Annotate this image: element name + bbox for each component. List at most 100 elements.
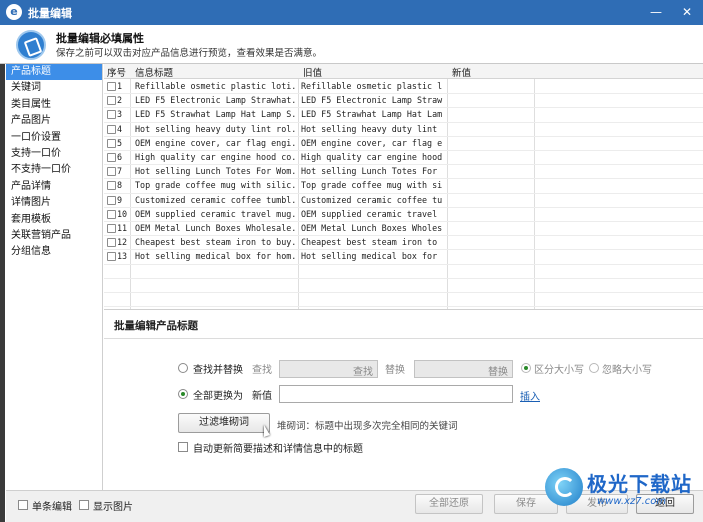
new-value-input[interactable] bbox=[279, 385, 513, 403]
column-header-old-value[interactable]: 旧值 bbox=[303, 65, 322, 79]
filter-hint: 堆砌词：标题中出现多次完全相同的关键词 bbox=[277, 421, 458, 432]
table-row[interactable]: 5 OEM engine cover, car flag engi... OEM e… bbox=[104, 137, 703, 151]
row-checkbox[interactable] bbox=[107, 224, 116, 233]
row-old-value: Cheapest best steam iron to ... bbox=[301, 237, 444, 248]
table-row[interactable] bbox=[104, 293, 703, 308]
sidebar-item-category-attributes[interactable]: 类目属性 bbox=[6, 97, 102, 113]
sidebar-item-related-marketing[interactable]: 关联营销产品 bbox=[6, 228, 102, 244]
row-title: Top grade coffee mug with silic... bbox=[135, 180, 295, 191]
row-old-value: Customized ceramic coffee tu... bbox=[301, 194, 444, 205]
replace-input[interactable]: 替换 bbox=[414, 360, 513, 378]
table-row[interactable]: 4 Hot selling heavy duty lint rol... Hot s… bbox=[104, 123, 703, 137]
row-checkbox[interactable] bbox=[107, 238, 116, 248]
table-row[interactable]: 1 Refillable osmetic plastic loti... Refil… bbox=[104, 80, 703, 95]
show-images-checkbox[interactable] bbox=[79, 500, 89, 510]
row-checkbox[interactable] bbox=[107, 82, 116, 91]
table-row[interactable]: 10 OEM supplied ceramic travel mug... OEM … bbox=[104, 208, 703, 222]
ignore-case-radio[interactable] bbox=[589, 363, 599, 373]
row-number: 1 bbox=[117, 81, 123, 91]
section-title: 批量编辑产品标题 bbox=[114, 320, 198, 332]
insert-link[interactable]: 插入 bbox=[520, 388, 540, 403]
mouse-cursor bbox=[264, 425, 270, 437]
table-row[interactable]: 13 Hot selling medical box for hom... Hot … bbox=[104, 250, 703, 265]
row-old-value: High quality car engine hood... bbox=[301, 152, 444, 162]
sidebar-item-keywords[interactable]: 关键词 bbox=[6, 80, 102, 96]
sidebar: 产品标题 关键词 类目属性 产品图片 一口价设置 支持一口价 不支持一口价 产品… bbox=[6, 64, 103, 490]
window-title: 批量编辑 bbox=[28, 7, 72, 20]
row-number: 6 bbox=[117, 152, 123, 162]
row-number: 9 bbox=[117, 194, 123, 205]
restore-all-button[interactable]: 全部还原 bbox=[415, 494, 483, 514]
row-old-value: Hot selling heavy duty lint ... bbox=[301, 123, 444, 134]
row-title: Cheapest best steam iron to buy... bbox=[135, 237, 295, 248]
row-checkbox[interactable] bbox=[107, 209, 116, 219]
row-number: 8 bbox=[117, 180, 123, 191]
row-old-value: OEM engine cover, car flag e... bbox=[301, 137, 444, 148]
table-row[interactable]: 12 Cheapest best steam iron to buy... Chea… bbox=[104, 236, 703, 251]
table-row[interactable]: 2 LED F5 Electronic Lamp Strawhat... LED F… bbox=[104, 94, 703, 109]
table-row[interactable]: 3 LED F5 Strawhat Lamp Hat Lamp S... LED F… bbox=[104, 108, 703, 123]
column-header-title[interactable]: 信息标题 bbox=[135, 65, 173, 79]
table-row[interactable]: 7 Hot selling Lunch Totes For Wom... Hot s… bbox=[104, 165, 703, 180]
find-button[interactable]: 查找 bbox=[353, 363, 373, 378]
single-edit-checkbox[interactable] bbox=[18, 500, 28, 510]
sidebar-item-group-info[interactable]: 分组信息 bbox=[6, 244, 102, 260]
row-number: 2 bbox=[117, 95, 123, 106]
row-checkbox[interactable] bbox=[107, 96, 116, 106]
sidebar-item-product-title[interactable]: 产品标题 bbox=[6, 64, 102, 81]
find-input[interactable]: 查找 bbox=[279, 360, 378, 378]
replace-button[interactable]: 替换 bbox=[488, 363, 508, 378]
row-old-value: OEM Metal Lunch Boxes Wholes... bbox=[301, 223, 444, 233]
edit-icon bbox=[16, 30, 46, 60]
sidebar-item-fixed-price-settings[interactable]: 一口价设置 bbox=[6, 130, 102, 146]
column-header-number[interactable]: 序号 bbox=[107, 65, 126, 79]
row-title: OEM engine cover, car flag engi... bbox=[135, 137, 295, 148]
table-row[interactable]: 9 Customized ceramic coffee tumbl... Custo… bbox=[104, 194, 703, 208]
row-title: Customized ceramic coffee tumbl... bbox=[135, 194, 295, 205]
row-checkbox[interactable] bbox=[107, 181, 116, 191]
row-checkbox[interactable] bbox=[107, 138, 116, 148]
row-checkbox[interactable] bbox=[107, 252, 116, 262]
row-old-value: LED F5 Electronic Lamp Straw... bbox=[301, 95, 444, 106]
row-number: 11 bbox=[117, 223, 128, 233]
table-row[interactable]: 11 OEM Metal Lunch Boxes Wholesale... OEM … bbox=[104, 222, 703, 237]
table-row[interactable] bbox=[104, 279, 703, 293]
sidebar-item-apply-template[interactable]: 套用模板 bbox=[6, 212, 102, 228]
row-checkbox[interactable] bbox=[107, 124, 116, 134]
new-value-label: 新值 bbox=[252, 391, 272, 402]
row-checkbox[interactable] bbox=[107, 195, 116, 205]
minimize-button[interactable]: — bbox=[645, 2, 667, 22]
auto-update-label: 自动更新简要描述和详情信息中的标题 bbox=[193, 444, 363, 455]
grid-header: 序号 信息标题 旧值 新值 bbox=[104, 64, 703, 79]
row-title: LED F5 Strawhat Lamp Hat Lamp S... bbox=[135, 109, 295, 120]
filter-stacked-words-button[interactable]: 过滤堆砌词 bbox=[178, 413, 270, 433]
row-old-value: Hot selling Lunch Totes For ... bbox=[301, 166, 444, 177]
sidebar-item-no-fixed-price[interactable]: 不支持一口价 bbox=[6, 162, 102, 178]
sidebar-item-detail-images[interactable]: 详情图片 bbox=[6, 195, 102, 211]
table-row[interactable]: 6 High quality car engine hood co... High … bbox=[104, 151, 703, 166]
auto-update-checkbox[interactable] bbox=[178, 442, 188, 452]
row-checkbox[interactable] bbox=[107, 167, 116, 177]
table-row[interactable] bbox=[104, 265, 703, 279]
section-divider bbox=[104, 338, 703, 339]
show-images-label: 显示图片 bbox=[93, 502, 133, 513]
case-sensitive-radio[interactable] bbox=[521, 363, 531, 373]
sidebar-item-product-images[interactable]: 产品图片 bbox=[6, 113, 102, 129]
row-title: Hot selling heavy duty lint rol... bbox=[135, 123, 295, 134]
find-replace-radio[interactable] bbox=[178, 363, 188, 373]
row-old-value: Top grade coffee mug with si... bbox=[301, 180, 444, 191]
replace-all-radio[interactable] bbox=[178, 389, 188, 399]
replace-label: 替换 bbox=[385, 365, 405, 376]
sidebar-item-support-fixed-price[interactable]: 支持一口价 bbox=[6, 146, 102, 162]
row-checkbox[interactable] bbox=[107, 153, 116, 162]
case-sensitive-label: 区分大小写 bbox=[534, 365, 584, 376]
dialog-header: 批量编辑必填属性 保存之前可以双击对应产品信息进行预览，查看效果是否满意。 bbox=[0, 25, 703, 64]
column-header-new-value[interactable]: 新值 bbox=[452, 65, 471, 79]
row-old-value: LED F5 Strawhat Lamp Hat Lam... bbox=[301, 109, 444, 120]
table-row[interactable]: 8 Top grade coffee mug with silic... Top g… bbox=[104, 179, 703, 194]
row-checkbox[interactable] bbox=[107, 110, 116, 120]
watermark: 极光下载站 www.xz7.com bbox=[545, 468, 703, 518]
row-title: LED F5 Electronic Lamp Strawhat... bbox=[135, 95, 295, 106]
close-button[interactable]: ✕ bbox=[676, 2, 698, 22]
sidebar-item-product-details[interactable]: 产品详情 bbox=[6, 179, 102, 195]
